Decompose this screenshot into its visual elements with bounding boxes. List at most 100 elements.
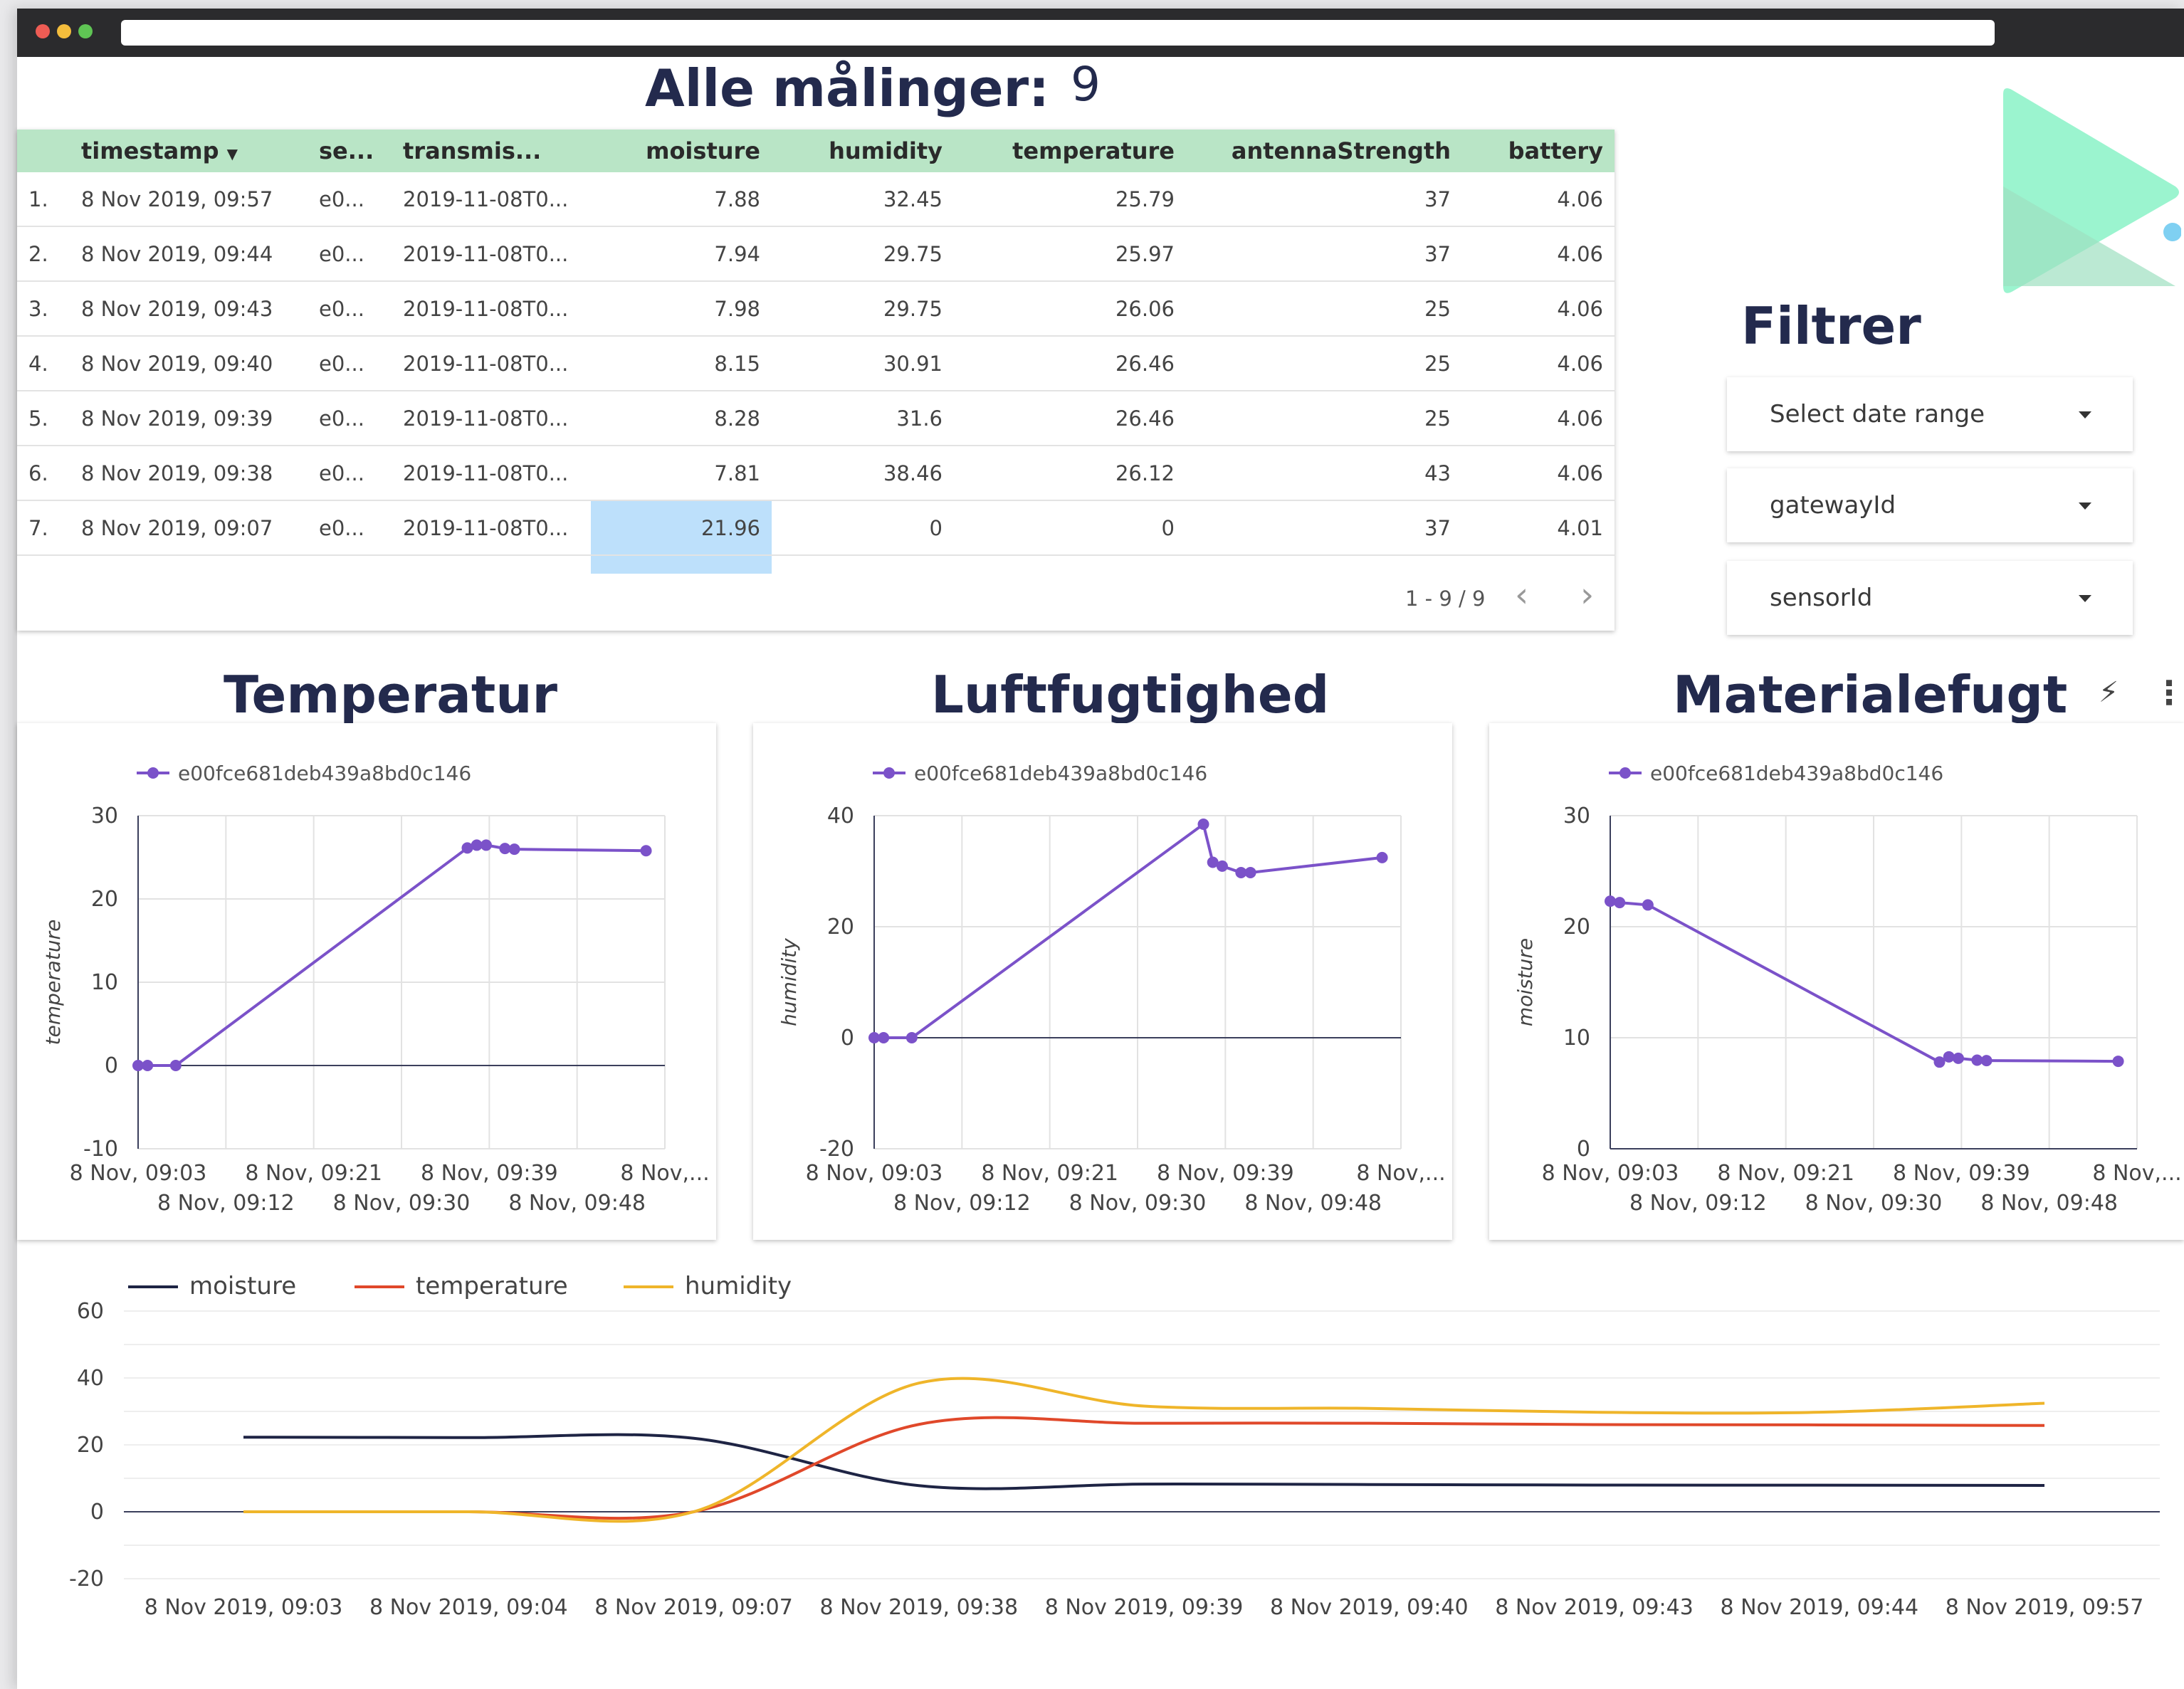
maximize-window-icon[interactable] [78,24,93,38]
table-row[interactable]: 7. 8 Nov 2019, 09:07 e0... 2019-11-08T0.… [17,500,1615,556]
y-tick-label: -20 [69,1567,104,1591]
table-scroll-area[interactable]: timestamp ▼ se... transmis... moisture h… [17,130,1615,574]
x-tick-label: 8 Nov,... [620,1161,709,1186]
data-point [878,1032,890,1043]
cell-battery: 4.06 [1462,336,1615,391]
y-axis-label: humidity [777,938,801,1026]
x-tick-label: 8 Nov, 09:21 [245,1161,382,1186]
x-tick-label: 8 Nov,... [2092,1161,2181,1186]
y-tick-label: 20 [1563,915,1590,940]
legend-marker [147,767,159,779]
next-page-icon[interactable]: › [1580,575,1594,615]
data-point [480,839,492,851]
data-point [508,843,520,856]
x-tick-label: 8 Nov, 09:12 [1629,1191,1767,1216]
cell-temperature: 26.06 [954,281,1186,337]
chevron-down-icon [2079,503,2091,510]
cell-timestamp: 8 Nov 2019, 09:38 [70,446,308,501]
cell-sensor [308,555,392,574]
header-temperature[interactable]: temperature [954,130,1186,172]
legend-label: e00fce681deb439a8bd0c146 [178,762,471,785]
data-point [1980,1055,1993,1067]
header-timestamp[interactable]: timestamp ▼ [70,130,308,172]
cell-sensor: e0... [308,500,392,556]
table-row[interactable]: 3. 8 Nov 2019, 09:43 e0... 2019-11-08T0.… [17,281,1615,337]
table-row[interactable]: 4. 8 Nov 2019, 09:40 e0... 2019-11-08T0.… [17,336,1615,391]
cell-temperature: 25.97 [954,226,1186,282]
y-tick-label: 30 [91,804,118,828]
table-row[interactable]: 6. 8 Nov 2019, 09:38 e0... 2019-11-08T0.… [17,446,1615,501]
header-battery[interactable]: battery [1462,130,1615,172]
data-point [1952,1052,1964,1064]
legend-marker [1619,767,1631,779]
y-tick-label: 40 [827,804,854,828]
x-tick-label: 8 Nov, 09:03 [1542,1161,1679,1186]
table-row-partial[interactable] [17,555,1615,574]
data-point [640,845,652,857]
moisture-chart-title: Materialefugt [1673,665,2068,725]
measurements-table-card: timestamp ▼ se... transmis... moisture h… [17,130,1615,631]
cell-humidity: 0 [772,500,954,556]
header-humidity[interactable]: humidity [772,130,954,172]
more-options-icon[interactable]: ⋮ [2153,673,2184,712]
x-tick-label: 8 Nov 2019, 09:04 [369,1595,568,1620]
row-index: 7. [17,500,70,556]
x-tick-label: 8 Nov, 09:48 [508,1191,646,1216]
cell-battery [1462,555,1615,574]
close-window-icon[interactable] [36,24,50,38]
address-bar[interactable] [121,20,1995,46]
row-index: 4. [17,336,70,391]
y-axis-label: temperature [41,920,65,1046]
cell-sensor: e0... [308,172,392,227]
sensor-dropdown[interactable]: sensorId [1727,561,2133,635]
x-tick-label: 8 Nov, 09:48 [1244,1191,1382,1216]
table-body: 1. 8 Nov 2019, 09:57 e0... 2019-11-08T0.… [17,172,1615,574]
cell-antenna-strength: 37 [1186,172,1462,227]
date-range-dropdown[interactable]: Select date range [1727,377,2133,451]
x-tick-label: 8 Nov, 09:30 [1805,1191,1943,1216]
legend-label: e00fce681deb439a8bd0c146 [914,762,1207,785]
data-point [1216,860,1228,872]
data-point [169,1060,182,1071]
cell-temperature: 0 [954,500,1186,556]
data-point [1197,819,1209,831]
cell-battery: 4.06 [1462,226,1615,282]
x-tick-label: 8 Nov 2019, 09:43 [1495,1595,1694,1620]
y-tick-label: -10 [83,1137,118,1162]
row-index: 3. [17,281,70,337]
header-moisture[interactable]: moisture [591,130,772,172]
table-row[interactable]: 5. 8 Nov 2019, 09:39 e0... 2019-11-08T0.… [17,391,1615,446]
data-point [1614,897,1626,909]
cell-moisture: 7.88 [591,172,772,227]
row-index: 6. [17,446,70,501]
cell-sensor: e0... [308,391,392,446]
y-tick-label: 0 [90,1500,104,1525]
cell-humidity: 31.6 [772,391,954,446]
minimize-window-icon[interactable] [57,24,71,38]
cell-moisture-highlighted [591,555,772,574]
x-tick-label: 8 Nov, 09:21 [1717,1161,1854,1186]
prev-page-icon[interactable]: ‹ [1515,575,1528,615]
header-antenna-strength[interactable]: antennaStrength [1186,130,1462,172]
row-index: 2. [17,226,70,282]
humidity-chart: e00fce681deb439a8bd0c146 40 20 0 -20 humidity… [777,762,1446,1216]
x-tick-label: 8 Nov 2019, 09:07 [594,1595,793,1620]
cell-timestamp: 8 Nov 2019, 09:57 [70,172,308,227]
cell-battery: 4.06 [1462,281,1615,337]
measurements-table: timestamp ▼ se... transmis... moisture h… [17,130,1615,574]
table-row[interactable]: 1. 8 Nov 2019, 09:57 e0... 2019-11-08T0.… [17,172,1615,227]
cell-timestamp: 8 Nov 2019, 09:39 [70,391,308,446]
table-header-row: timestamp ▼ se... transmis... moisture h… [17,130,1615,172]
cell-temperature: 25.79 [954,172,1186,227]
cell-moisture: 8.15 [591,336,772,391]
bolt-icon[interactable]: ⚡ [2099,676,2119,709]
cell-antenna-strength: 25 [1186,336,1462,391]
moisture-chart: e00fce681deb439a8bd0c146 30 20 10 0 moisture 8… [1513,762,2182,1216]
header-sensor[interactable]: se... [308,130,392,172]
temperature-chart-card: e00fce681deb439a8bd0c146 30 20 10 0 -10 temper… [17,723,716,1240]
gateway-dropdown[interactable]: gatewayId [1727,468,2133,542]
header-transmission[interactable]: transmis... [392,130,591,172]
table-row[interactable]: 2. 8 Nov 2019, 09:44 e0... 2019-11-08T0.… [17,226,1615,282]
cell-temperature: 26.46 [954,391,1186,446]
brand-logo [2003,88,2181,293]
